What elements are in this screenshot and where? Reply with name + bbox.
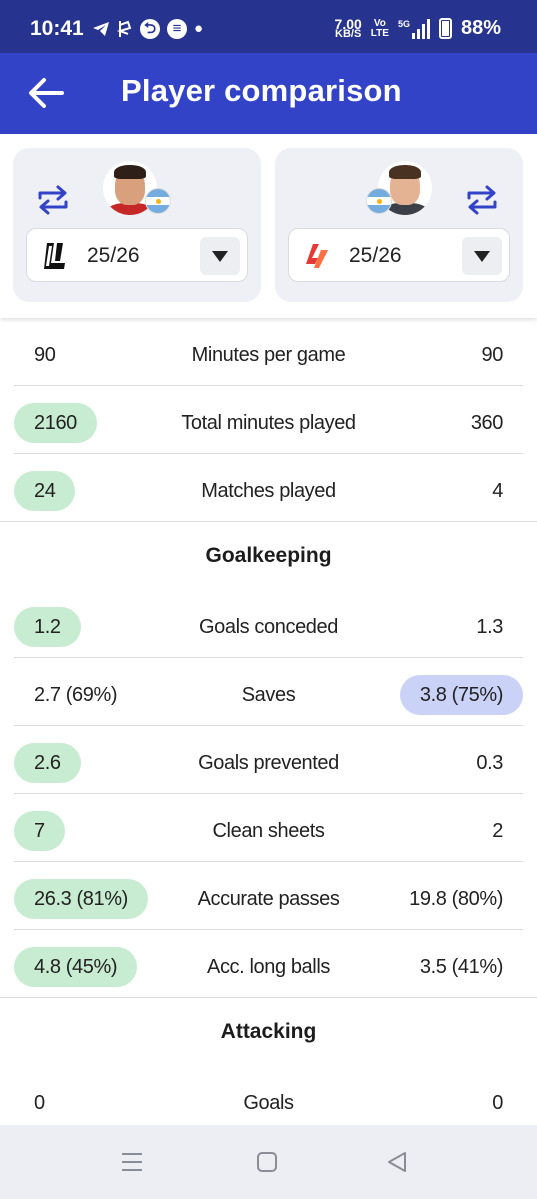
stat-row-saves: 2.7 (69%) Saves 3.8 (75%) [14,658,523,726]
stat-label: Minutes per game [191,344,346,366]
comparison-header: 25/26 25/26 [0,134,537,318]
stat-row-goals-prevented: 2.6 Goals prevented 0.3 [14,726,523,794]
stat-row-total-minutes: 2160 Total minutes played 360 [14,386,523,454]
arrow-left-icon[interactable] [26,75,66,111]
volte-icon: Vo LTE [370,17,389,39]
ligue1-logo-icon [44,243,65,269]
stat-label: Goals conceded [199,616,338,638]
swap-icon[interactable] [36,184,70,216]
more-notifications-icon: ● [194,20,204,37]
recents-icon[interactable] [119,1149,145,1175]
stat-row-accurate-passes: 26.3 (81%) Accurate passes 19.8 (80%) [14,862,523,930]
app-bar: Player comparison [0,53,537,134]
player-card-left: 25/26 [13,148,261,302]
system-nav-bar [0,1125,537,1199]
status-bar: 10:41 ⮌ ≡ ● 7.00 KB/S Vo LTE 5G 88% [0,0,537,53]
argentina-flag-icon [366,188,392,214]
stat-row-long-balls: 4.8 (45%) Acc. long balls 3.5 (41%) [0,930,537,998]
laliga-logo-icon [306,244,328,268]
right-value: 360 [470,412,504,434]
season-select[interactable]: 25/26 [288,228,510,282]
right-value: 90 [481,344,504,366]
right-value: 19.8 (80%) [409,888,503,910]
section-title-goalkeeping: Goalkeeping [205,544,332,567]
telegram-icon [93,22,109,36]
back-icon[interactable] [384,1149,410,1175]
right-value: 2 [492,820,503,842]
stat-label: Total minutes played [181,412,356,434]
stat-row-goals-conceded: 1.2 Goals conceded 1.3 [14,590,523,658]
battery-icon [438,18,452,39]
season-value: 25/26 [87,244,140,267]
section-title-attacking: Attacking [220,1020,317,1043]
stat-label: Clean sheets [212,820,325,842]
page-title: Player comparison [121,73,402,108]
notification-icons: ⮌ ≡ ● [92,19,203,39]
stat-row-minutes-per-game: 90 Minutes per game 90 [14,318,523,386]
chevron-down-icon[interactable] [200,237,240,275]
right-value: 4 [492,480,503,502]
home-icon[interactable] [254,1149,280,1175]
stat-label: Matches played [201,480,336,502]
fotmob-icon: ⮌ [140,19,160,39]
right-value: 0 [492,1092,503,1114]
player-card-right: 25/26 [275,148,523,302]
stats-list: 90 Minutes per game 90 2160 Total minute… [0,318,537,1125]
right-value: 3.5 (41%) [419,956,504,978]
stat-row-matches-played: 24 Matches played 4 [0,454,537,522]
signal-icon: 5G [398,18,430,39]
right-value: 0.3 [476,752,503,774]
status-time: 10:41 [30,17,84,40]
stat-row-clean-sheets: 7 Clean sheets 2 [14,794,523,862]
chevron-down-icon[interactable] [462,237,502,275]
battery-percent: 88% [460,17,501,39]
right-value: 3.8 (75%) [399,675,523,715]
right-value: 1.3 [476,616,503,638]
argentina-flag-icon [145,188,171,214]
stat-row-goals: 0 Goals 0 [14,1066,523,1125]
stat-label: Goals [243,1092,294,1114]
net-speed: 7.00 KB/S [334,15,362,40]
app-notification-icon [117,20,132,37]
season-value: 25/26 [349,244,402,267]
season-select[interactable]: 25/26 [26,228,248,282]
stat-label: Goals prevented [198,752,339,774]
swap-icon[interactable] [465,184,499,216]
spotify-icon: ≡ [167,19,187,39]
status-right: 7.00 KB/S Vo LTE 5G 88% [335,17,501,40]
